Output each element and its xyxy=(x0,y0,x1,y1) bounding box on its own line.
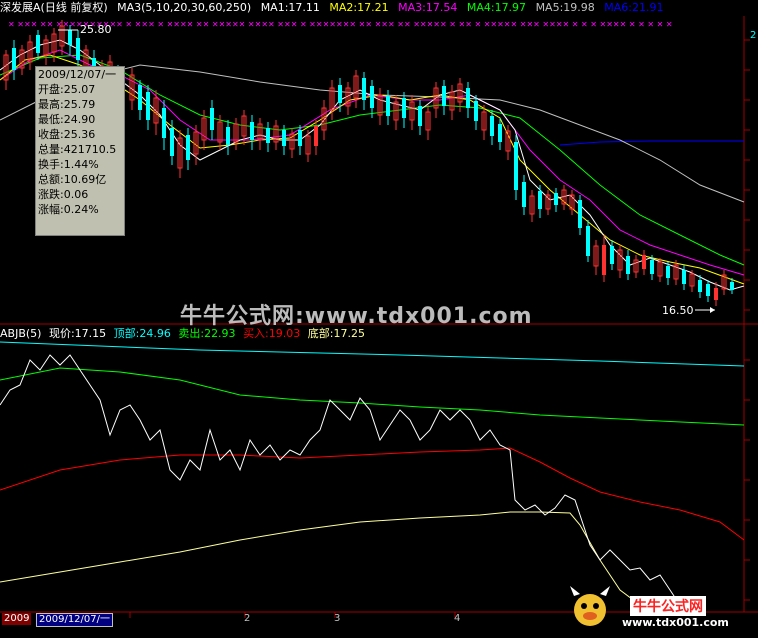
indicator-bottom: 底部:17.25 xyxy=(307,327,365,340)
tooltip-open: 开盘:25.07 xyxy=(38,83,96,96)
tooltip-low: 最低:24.90 xyxy=(38,113,96,126)
bottom-month-4: 4 xyxy=(454,613,461,624)
indicator-name[interactable]: ABJB(5) xyxy=(0,327,41,340)
top-line xyxy=(0,341,745,367)
price-line xyxy=(0,354,691,613)
indicator-buy: 买入:19.03 xyxy=(243,327,301,340)
tooltip-close: 收盘:25.36 xyxy=(38,128,96,141)
bottom-year: 2009 xyxy=(2,613,32,625)
indicator-header: ABJB(5) 现价:17.15 顶部:24.96 卖出:22.93 买入:19… xyxy=(0,326,369,342)
site-logo: 牛牛公式网 www.tdx001.com xyxy=(568,578,758,635)
tooltip-high: 最高:25.79 xyxy=(38,98,96,111)
bottom-month-2: 2 xyxy=(244,613,251,624)
indicator-price: 现价:17.15 xyxy=(48,327,107,340)
indicator-sell: 卖出:22.93 xyxy=(178,327,236,340)
low-price-label: 16.50 xyxy=(662,304,694,317)
buy-line xyxy=(0,447,745,541)
high-price-label: 25.80 xyxy=(80,23,112,36)
tooltip-amount: 总额:10.69亿 xyxy=(38,173,107,186)
tooltip-volume: 总量:421710.5 xyxy=(38,143,117,156)
candle-info-tooltip: 2009/12/07/一 开盘:25.07 最高:25.79 最低:24.90 … xyxy=(35,66,125,236)
tooltip-change: 涨跌:0.06 xyxy=(38,188,89,201)
ma6-line xyxy=(559,140,744,146)
tooltip-turnover: 换手:1.44% xyxy=(38,158,99,171)
bottom-date[interactable]: 2009/12/07/一 xyxy=(36,613,114,627)
tooltip-change-pct: 涨幅:0.24% xyxy=(38,203,99,216)
logo-title: 牛牛公式网 xyxy=(630,596,706,616)
indicator-top: 顶部:24.96 xyxy=(113,327,171,340)
bottom-month-3: 3 xyxy=(334,613,341,624)
tooltip-date: 2009/12/07/一 xyxy=(38,68,117,81)
logo-url: www.tdx001.com xyxy=(622,616,729,629)
